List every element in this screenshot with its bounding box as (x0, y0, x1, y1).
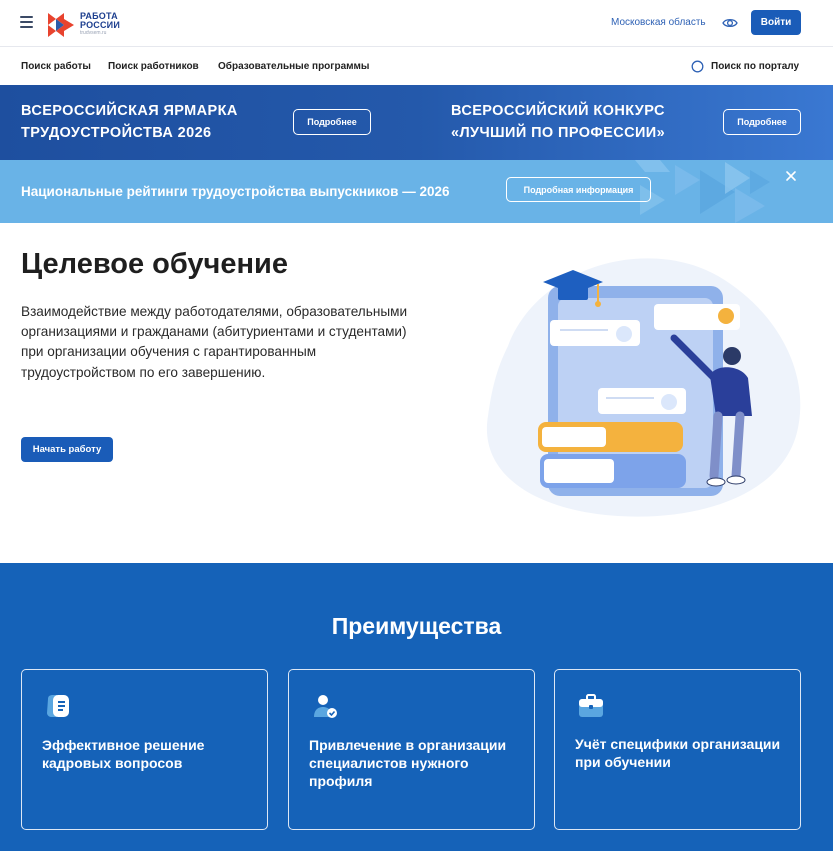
start-button[interactable]: Начать работу (21, 437, 113, 462)
advantages-title: Преимущества (331, 613, 502, 639)
arrows-decoration (635, 160, 770, 223)
chat-document-icon (47, 695, 69, 717)
region-selector[interactable]: Московская область (611, 17, 706, 28)
ratings-banner: Национальные рейтинги трудоустройства вы… (0, 160, 833, 223)
contest-title: ВСЕРОССИЙСКИЙ КОНКУРС «ЛУЧШИЙ ПО ПРОФЕСС… (451, 103, 666, 141)
portal-search[interactable]: Поиск по порталу (691, 60, 799, 73)
logo[interactable]: РАБОТА РОССИИ trudvsem.ru (46, 8, 120, 40)
briefcase-icon (579, 694, 603, 717)
logo-icon (48, 13, 74, 37)
site-header: РАБОТА РОССИИ trudvsem.ru Московская обл… (0, 0, 833, 47)
fair-more-button[interactable]: Подробнее (293, 109, 371, 135)
login-button[interactable]: Войти (751, 10, 801, 35)
nav-item-employee-search[interactable]: Поиск работников (108, 61, 199, 72)
page-description: Взаимодействие между работодателями, обр… (21, 304, 408, 380)
close-icon[interactable] (784, 169, 798, 183)
logo-text-line2: РОССИИ (80, 19, 121, 30)
promo-banner: ВСЕРОССИЙСКАЯ ЯРМАРКА ТРУДОУСТРОЙСТВА 20… (0, 85, 833, 160)
logo-domain: trudvsem.ru (80, 29, 107, 36)
search-icon (691, 60, 704, 73)
ratings-info-button[interactable]: Подробная информация (506, 177, 651, 202)
contest-more-button[interactable]: Подробнее (723, 109, 801, 135)
nav-item-education-programs[interactable]: Образовательные программы (218, 61, 369, 72)
advantages-section: Преимущества Эффективное решение кадровы… (0, 563, 833, 851)
page-title: Целевое обучение (21, 248, 288, 280)
advantage-card: Привлечение в организации специалистов н… (288, 669, 535, 830)
advantage-text: Учёт специфики организации при обучении (575, 736, 781, 770)
advantage-card: Эффективное решение кадровых вопросов (21, 669, 268, 830)
accessibility-eye-icon[interactable] (722, 15, 738, 31)
fair-title: ВСЕРОССИЙСКАЯ ЯРМАРКА ТРУДОУСТРОЙСТВА 20… (21, 103, 238, 141)
advantage-text: Привлечение в организации специалистов н… (309, 737, 507, 789)
main-nav: Поиск работы Поиск работников Образовате… (0, 48, 833, 85)
hero-illustration (486, 258, 801, 517)
advantage-card: Учёт специфики организации при обучении (554, 669, 801, 830)
ratings-title: Национальные рейтинги трудоустройства вы… (21, 184, 450, 199)
nav-item-job-search[interactable]: Поиск работы (21, 61, 91, 72)
user-check-icon (314, 695, 337, 718)
menu-icon[interactable] (20, 16, 33, 28)
portal-search-label: Поиск по порталу (711, 61, 800, 72)
advantage-text: Эффективное решение кадровых вопросов (42, 737, 205, 771)
